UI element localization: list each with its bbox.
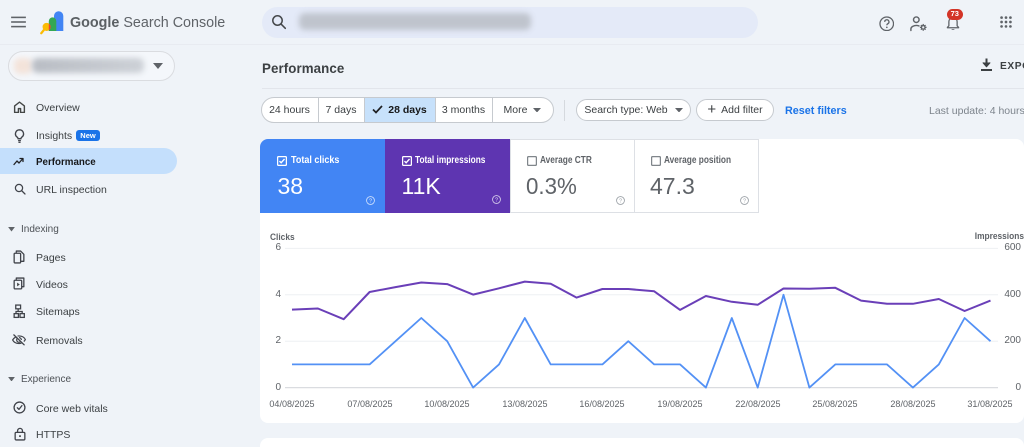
svg-text:?: ?: [495, 197, 498, 203]
svg-text:?: ?: [743, 198, 746, 204]
svg-text:?: ?: [369, 198, 372, 204]
svg-text:?: ?: [619, 198, 622, 204]
